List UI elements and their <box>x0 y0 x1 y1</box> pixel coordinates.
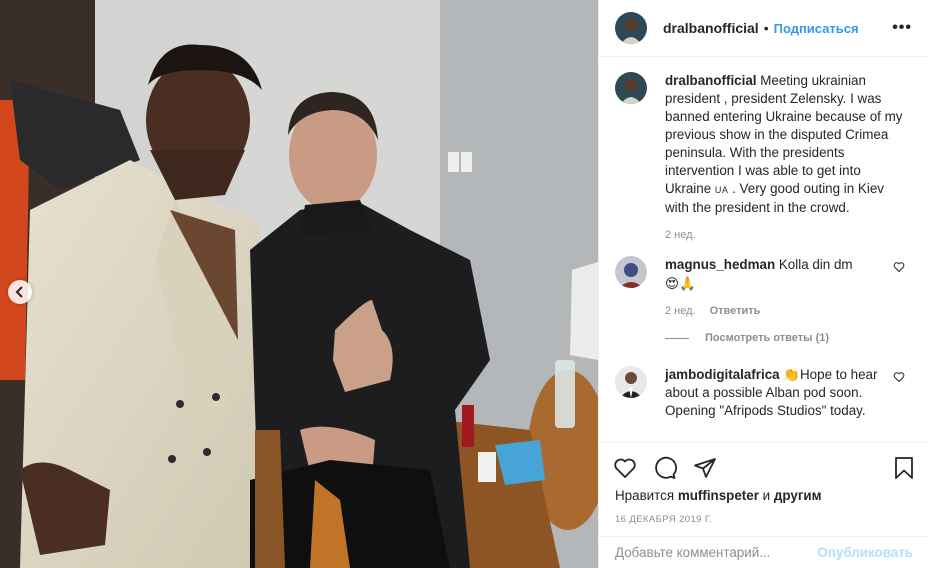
avatar-image <box>615 366 647 398</box>
caption-row: dralbanofficial Meeting ukrainian presid… <box>615 72 913 244</box>
reply-button[interactable]: Ответить <box>710 302 761 320</box>
comment-icon <box>655 456 677 479</box>
post-photo[interactable] <box>0 0 598 568</box>
share-button[interactable] <box>693 456 717 480</box>
avatar-image <box>615 256 647 288</box>
add-comment-bar: Добавьте комментарий... Опубликовать <box>599 536 928 568</box>
caption-text-1: Meeting ukrainian president , president … <box>665 73 903 196</box>
action-bar <box>599 442 928 492</box>
caption-time[interactable]: 2 нед. <box>665 226 696 244</box>
caption-avatar[interactable] <box>615 72 647 104</box>
comment-avatar[interactable] <box>615 256 647 288</box>
caption-username[interactable]: dralbanofficial <box>665 73 757 88</box>
comment-emojis: 😍🙏 <box>665 276 696 291</box>
likes-and: и <box>762 488 771 503</box>
previous-photo-button[interactable] <box>8 280 32 304</box>
view-replies-label: Посмотреть ответы (1) <box>705 332 830 344</box>
comment-time[interactable]: 2 нед. <box>665 302 696 320</box>
publish-button[interactable]: Опубликовать <box>817 545 913 560</box>
likes-others[interactable]: другим <box>774 488 822 503</box>
comment-meta: 2 нед. Ответить <box>665 302 903 320</box>
comments-list[interactable]: dralbanofficial Meeting ukrainian presid… <box>599 58 928 442</box>
comment-text: Kolla din dm <box>775 257 853 272</box>
like-button[interactable] <box>613 456 637 480</box>
divider-line <box>665 337 689 339</box>
likes-prefix: Нравится <box>615 488 675 503</box>
comment-avatar[interactable] <box>615 366 647 398</box>
comment-username[interactable]: magnus_hedman <box>665 257 775 272</box>
more-options-button[interactable]: ••• <box>892 19 912 37</box>
heart-icon <box>614 458 636 478</box>
avatar-image <box>615 12 647 44</box>
comment-row: magnus_hedman Kolla din dm 😍🙏 2 нед. Отв… <box>615 256 913 320</box>
comment-body: magnus_hedman Kolla din dm 😍🙏 2 нед. Отв… <box>665 256 903 320</box>
post-date[interactable]: 16 ДЕКАБРЯ 2019 Г. <box>615 514 712 525</box>
paper-plane-icon <box>694 457 716 478</box>
view-replies-button[interactable]: Посмотреть ответы (1) <box>665 332 913 344</box>
chevron-left-icon <box>15 286 23 298</box>
comment-input[interactable]: Добавьте комментарий... <box>615 545 770 560</box>
bookmark-icon <box>895 456 913 479</box>
author-avatar[interactable] <box>615 12 647 44</box>
follow-button[interactable]: Подписаться <box>774 21 859 36</box>
post-header: dralbanofficial • Подписаться ••• <box>599 0 928 57</box>
header-separator: • <box>763 20 769 36</box>
comment-button[interactable] <box>653 456 677 480</box>
comment-row: jambodigitalafrica 👏Hope to hear about a… <box>615 366 913 420</box>
caption-body: dralbanofficial Meeting ukrainian presid… <box>665 72 903 244</box>
clap-emoji: 👏 <box>783 367 801 382</box>
heart-icon[interactable] <box>893 261 905 273</box>
avatar-image <box>615 72 647 104</box>
post-side-panel: dralbanofficial • Подписаться ••• dralba… <box>598 0 928 568</box>
caption-meta: 2 нед. <box>665 226 903 244</box>
heart-icon[interactable] <box>893 371 905 383</box>
save-button[interactable] <box>893 456 915 480</box>
likes-summary: Нравится muffinspeter и другим <box>615 488 822 503</box>
likes-user[interactable]: muffinspeter <box>678 488 759 503</box>
photo-illustration <box>0 0 598 568</box>
author-username[interactable]: dralbanofficial <box>663 20 759 36</box>
comment-username[interactable]: jambodigitalafrica <box>665 367 780 382</box>
instagram-post-view: dralbanofficial • Подписаться ••• dralba… <box>0 0 928 568</box>
comment-body: jambodigitalafrica 👏Hope to hear about a… <box>665 366 903 420</box>
ua-flag-icon: UA <box>714 185 729 195</box>
